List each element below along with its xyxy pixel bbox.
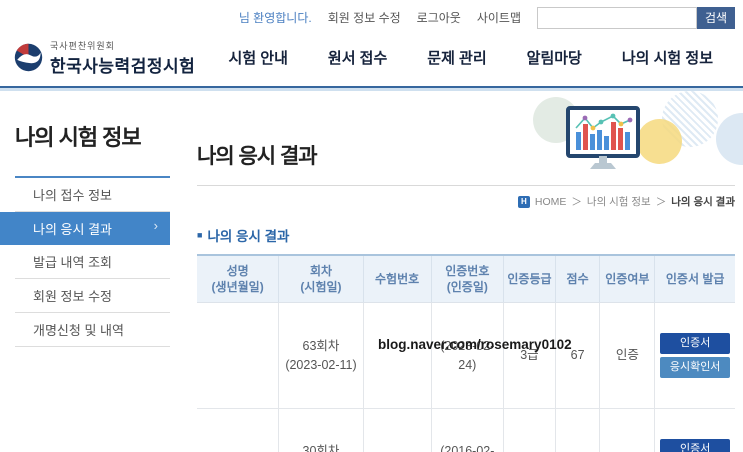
logo-org-text: 국사편찬위원회 [50, 40, 115, 51]
sidebar-item-label: 나의 응시 결과 [33, 222, 112, 237]
cell-cert-number: (2016-02-11) [430, 408, 504, 452]
breadcrumb-current: 나의 응시 결과 [671, 196, 735, 208]
site-header: 국사편찬위원회 한국사능력검정시험 시험 안내 원서 접수 문제 관리 알림마당… [0, 35, 743, 88]
nav-notice-board[interactable]: 알림마당 [527, 47, 582, 68]
cell-grade: 3급 [503, 302, 556, 409]
section-title: 나의 응시 결과 [207, 229, 290, 244]
cell-name [197, 302, 279, 409]
nav-my-exam-info[interactable]: 나의 시험 정보 [622, 47, 713, 68]
certificate-button[interactable]: 인증서 [660, 333, 731, 355]
col-certificate-issue: 인증서 발급 [654, 255, 735, 304]
utility-bar: 님 환영합니다. 회원 정보 수정 로그아웃 사이트맵 검색 [0, 0, 743, 35]
sidebar-title: 나의 시험 정보 [15, 125, 142, 150]
blog-watermark: blog.naver.com/rosemary0102 [378, 337, 572, 352]
cell-exam-number [362, 408, 431, 452]
table-header-row: 성명 (생년월일) 회차 (시험일) 수험번호 인증번호 (인증일) 인증등급 … [197, 255, 735, 304]
cell-grade: 1급 [503, 408, 556, 452]
col-score: 점수 [554, 255, 600, 304]
sitemap-link[interactable]: 사이트맵 [477, 9, 521, 26]
monitor-chart-icon [566, 106, 640, 169]
sidebar-item-my-application-info[interactable]: 나의 접수 정보 [15, 178, 170, 212]
col-certified: 인증여부 [599, 255, 655, 304]
decorative-circle [637, 119, 682, 164]
cell-buttons: 인증서 응시확인서 [654, 408, 735, 452]
chevron-right-icon: › [153, 218, 158, 233]
sidebar-menu: 나의 접수 정보 나의 응시 결과 › 발급 내역 조회 회원 정보 수정 개명… [0, 178, 170, 347]
page: 님 환영합니다. 회원 정보 수정 로그아웃 사이트맵 검색 국사편찬위원회 한… [0, 0, 743, 452]
sidebar-item-my-exam-results[interactable]: 나의 응시 결과 › [0, 212, 170, 245]
cell-buttons: 인증서 응시확인서 [654, 302, 735, 409]
history-committee-emblem-icon [14, 43, 43, 72]
col-cert-number: 인증번호 (인증일) [430, 255, 504, 304]
logo-site-text: 한국사능력검정시험 [50, 56, 196, 76]
cell-certified: 인증 [599, 408, 655, 452]
col-name: 성명 (생년월일) [197, 255, 279, 304]
cell-round: 63회차 (2023-02-11) [278, 302, 364, 409]
search-box: 검색 [537, 6, 735, 29]
section-header: ■ 나의 응시 결과 [197, 225, 735, 245]
breadcrumb-separator: ＞ [571, 196, 582, 208]
results-table: 성명 (생년월일) 회차 (시험일) 수험번호 인증번호 (인증일) 인증등급 … [197, 254, 735, 452]
site-logo[interactable]: 국사편찬위원회 한국사능력검정시험 [14, 39, 195, 77]
attendance-confirmation-button[interactable]: 응시확인서 [660, 357, 731, 379]
col-round: 회차 (시험일) [278, 255, 364, 304]
edit-member-info-link[interactable]: 회원 정보 수정 [328, 9, 401, 26]
breadcrumb: H HOME ＞ 나의 시험 정보 ＞ 나의 응시 결과 [197, 194, 735, 209]
nav-exam-guide[interactable]: 시험 안내 [229, 47, 288, 68]
certificate-button[interactable]: 인증서 [660, 438, 731, 452]
breadcrumb-separator: ＞ [655, 196, 667, 208]
cell-certified: 인증 [599, 302, 655, 409]
welcome-message: 님 환영합니다. [238, 11, 312, 25]
nav-question-management[interactable]: 문제 관리 [427, 47, 486, 68]
breadcrumb-home[interactable]: HOME [535, 196, 567, 208]
search-input[interactable] [537, 6, 697, 29]
sidebar-item-edit-member-info[interactable]: 회원 정보 수정 [15, 279, 170, 313]
cell-round: 30회차 (2016-01-23) [278, 408, 364, 452]
square-bullet-icon: ■ [197, 229, 203, 240]
primary-nav: 시험 안내 원서 접수 문제 관리 알림마당 나의 시험 정보 [229, 47, 713, 68]
sidebar-item-issuance-history[interactable]: 발급 내역 조회 [15, 245, 170, 279]
home-icon[interactable]: H [517, 195, 530, 208]
cell-exam-number [362, 302, 431, 409]
cell-cert-number: (2023-02-24) [430, 302, 504, 409]
sidebar: 나의 시험 정보 나의 접수 정보 나의 응시 결과 › 발급 내역 조회 회원… [0, 88, 170, 452]
nav-application[interactable]: 원서 접수 [328, 47, 387, 68]
cell-score: 75 [554, 408, 600, 452]
col-exam-number: 수험번호 [362, 255, 431, 304]
breadcrumb-my-exam-info[interactable]: 나의 시험 정보 [587, 194, 651, 209]
table-row: 63회차 (2023-02-11) (2023-02-24) 3급 67 인증 … [197, 302, 735, 409]
logout-link[interactable]: 로그아웃 [417, 9, 461, 26]
cell-name [197, 408, 279, 452]
table-row: 30회차 (2016-01-23) (2016-02-11) 1급 75 인증 … [197, 408, 735, 452]
cell-score: 67 [554, 302, 600, 409]
search-button[interactable]: 검색 [697, 6, 735, 29]
sidebar-item-name-change[interactable]: 개명신청 및 내역 [15, 313, 170, 347]
col-grade: 인증등급 [503, 255, 556, 304]
